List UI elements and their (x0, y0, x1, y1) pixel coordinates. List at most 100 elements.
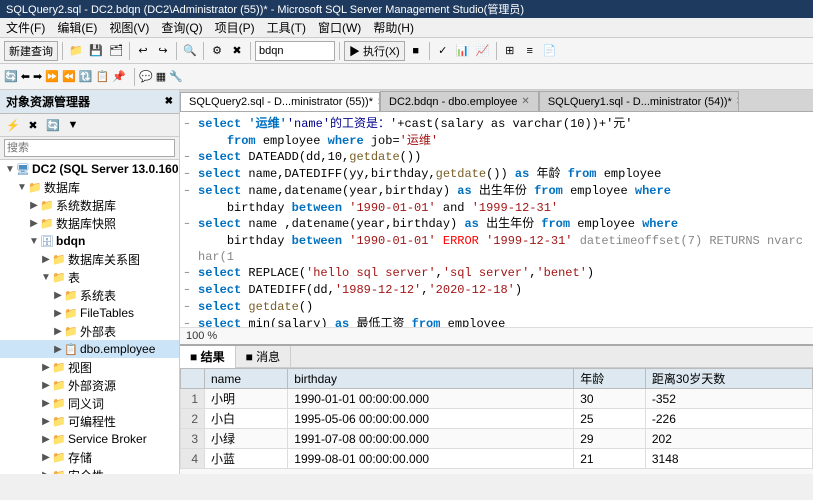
tree-search-input[interactable] (4, 139, 175, 157)
menubar: 文件(F)编辑(E)视图(V)查询(Q)项目(P)工具(T)窗口(W)帮助(H) (0, 18, 813, 38)
results-grid-icon[interactable]: ⊞ (501, 42, 519, 60)
tree-item-0[interactable]: ▼ 🖥 DC2 (SQL Server 13.0.1601.5 - DC2\ (0, 160, 179, 178)
tree-item-16[interactable]: ▶ 📁 存储 (0, 448, 179, 466)
line-content[interactable]: select getdate() (198, 299, 809, 315)
line-arrow (184, 233, 198, 234)
tree-toggle: ▶ (52, 344, 64, 355)
menu-item[interactable]: 文件(F) (0, 17, 51, 38)
table-cell-1-3: 25 (574, 409, 646, 429)
tree-label: Service Broker (68, 432, 147, 446)
execute-btn[interactable]: ▶ 执行(X) (344, 41, 405, 61)
tree-label: 表 (68, 269, 80, 286)
server-icon: 🖥 (16, 162, 30, 176)
undo-icon[interactable]: ↩ (134, 42, 152, 60)
tab-label: DC2.bdqn - dbo.employee (389, 96, 517, 108)
connect-db-icon[interactable]: ⚡ (4, 116, 22, 134)
search-icon[interactable]: 🔍 (181, 42, 199, 60)
disconnect-db-icon[interactable]: ✖ (24, 116, 42, 134)
connect-icon[interactable]: ⚙ (208, 42, 226, 60)
tree-label: 数据库快照 (56, 215, 116, 232)
include-actual-plan-icon[interactable]: 📊 (454, 42, 472, 60)
line-content[interactable]: select REPLACE('hello sql server','sql s… (198, 265, 809, 281)
refresh-icon[interactable]: 🔄 (44, 116, 62, 134)
database-selector[interactable] (255, 41, 335, 61)
tree-item-4[interactable]: ▼ 🗄 bdqn (0, 232, 179, 250)
parse-icon[interactable]: ✓ (434, 42, 452, 60)
tree-label: DC2 (SQL Server 13.0.1601.5 - DC2\ (32, 162, 179, 176)
line-arrow: – (184, 149, 198, 166)
tree-label: 外部表 (80, 323, 116, 340)
results-text-icon[interactable]: ≡ (521, 42, 539, 60)
tree-item-8[interactable]: ▶ 📁 FileTables (0, 304, 179, 322)
line-content[interactable]: select '运维''name'的工资是：'+cast(salary as v… (198, 116, 809, 132)
disconnect-icon[interactable]: ✖ (228, 42, 246, 60)
tree-item-17[interactable]: ▶ 📁 安全性 (0, 466, 179, 474)
tree-item-9[interactable]: ▶ 📁 外部表 (0, 322, 179, 340)
tree-item-12[interactable]: ▶ 📁 外部资源 (0, 376, 179, 394)
sep7 (429, 42, 430, 60)
table-row: 1小明1990-01-01 00:00:00.00030-352 (181, 389, 813, 409)
line-content[interactable]: birthday between '1990-01-01' and '1999-… (198, 200, 809, 216)
open-icon[interactable]: 📁 (67, 42, 85, 60)
line-content[interactable]: select name,DATEDIFF(yy,birthday,getdate… (198, 166, 809, 182)
line-content[interactable]: select DATEADD(dd,10,getdate()) (198, 149, 809, 165)
tree-item-1[interactable]: ▼ 📁 数据库 (0, 178, 179, 196)
table-cell-0-4: -352 (645, 389, 812, 409)
zoom-row: 100 % (180, 327, 813, 344)
tree-item-11[interactable]: ▶ 📁 视图 (0, 358, 179, 376)
redo-icon[interactable]: ↪ (154, 42, 172, 60)
folder-icon: 📁 (52, 252, 66, 266)
save-all-icon[interactable]: 🗂 (107, 42, 125, 60)
tree-toggle: ▼ (16, 182, 28, 193)
filter-icon[interactable]: ▼ (64, 116, 82, 134)
line-content[interactable]: select min(salary) as 最低工资 from employee (198, 316, 809, 327)
save-icon[interactable]: 💾 (87, 42, 105, 60)
menu-item[interactable]: 视图(V) (103, 17, 155, 38)
tab-close-icon[interactable]: ✕ (377, 97, 380, 108)
line-content[interactable]: select name,datename(year,birthday) as 出… (198, 183, 809, 199)
tree-item-10[interactable]: ▶ 📋 dbo.employee (0, 340, 179, 358)
line-content[interactable]: from employee where job='运维' (198, 133, 809, 149)
code-line-10: –select getdate() (184, 299, 809, 316)
menu-item[interactable]: 帮助(H) (367, 17, 420, 38)
result-tab-0[interactable]: ■ 结果 (180, 346, 236, 368)
include-client-stats-icon[interactable]: 📈 (474, 42, 492, 60)
sep8 (496, 42, 497, 60)
tree-item-2[interactable]: ▶ 📁 系统数据库 (0, 196, 179, 214)
table-cell-1-0: 2 (181, 409, 205, 429)
menu-item[interactable]: 查询(Q) (155, 17, 208, 38)
tree-item-15[interactable]: ▶ 📁 Service Broker (0, 430, 179, 448)
menu-item[interactable]: 项目(P) (209, 17, 261, 38)
tree-item-14[interactable]: ▶ 📁 可编程性 (0, 412, 179, 430)
panel-close-btn[interactable]: ✖ (165, 96, 173, 107)
tree-item-3[interactable]: ▶ 📁 数据库快照 (0, 214, 179, 232)
tree-item-5[interactable]: ▶ 📁 数据库关系图 (0, 250, 179, 268)
cancel-exec-icon[interactable]: ■ (407, 42, 425, 60)
left-panel-search (0, 137, 179, 160)
line-content[interactable]: birthday between '1990-01-01' ERROR '199… (198, 233, 809, 265)
folder-icon: 📁 (40, 198, 54, 212)
tree-item-13[interactable]: ▶ 📁 同义词 (0, 394, 179, 412)
col-header-1: name (205, 369, 288, 389)
menu-item[interactable]: 编辑(E) (51, 17, 103, 38)
result-tab-1[interactable]: ■ 消息 (236, 346, 292, 368)
tree-label: 安全性 (68, 467, 104, 475)
tree-toggle: ▶ (52, 290, 64, 301)
tab-2[interactable]: SQLQuery1.sql - D...ministrator (54))*✕ (539, 91, 739, 111)
tab-0[interactable]: SQLQuery2.sql - D...ministrator (55))*✕ (180, 92, 380, 112)
code-line-2: –select DATEADD(dd,10,getdate()) (184, 149, 809, 166)
table-cell-0-3: 30 (574, 389, 646, 409)
results-file-icon[interactable]: 📄 (541, 42, 559, 60)
sql-editor[interactable]: – select '运维''name'的工资是：'+cast(salary as … (180, 112, 813, 327)
tree-item-7[interactable]: ▶ 📁 系统表 (0, 286, 179, 304)
tab-1[interactable]: DC2.bdqn - dbo.employee ✕ (380, 91, 539, 111)
menu-item[interactable]: 窗口(W) (312, 17, 367, 38)
new-query-btn[interactable]: 新建查询 (4, 41, 58, 61)
line-content[interactable]: select DATEDIFF(dd,'1989-12-12','2020-12… (198, 282, 809, 298)
tab-close-icon[interactable]: ✕ (521, 96, 529, 107)
code-line-7: birthday between '1990-01-01' ERROR '199… (184, 233, 809, 265)
tab-close-icon[interactable]: ✕ (736, 96, 739, 107)
tree-item-6[interactable]: ▼ 📁 表 (0, 268, 179, 286)
line-content[interactable]: select name ,datename(year,birthday) as … (198, 216, 809, 232)
menu-item[interactable]: 工具(T) (261, 17, 312, 38)
